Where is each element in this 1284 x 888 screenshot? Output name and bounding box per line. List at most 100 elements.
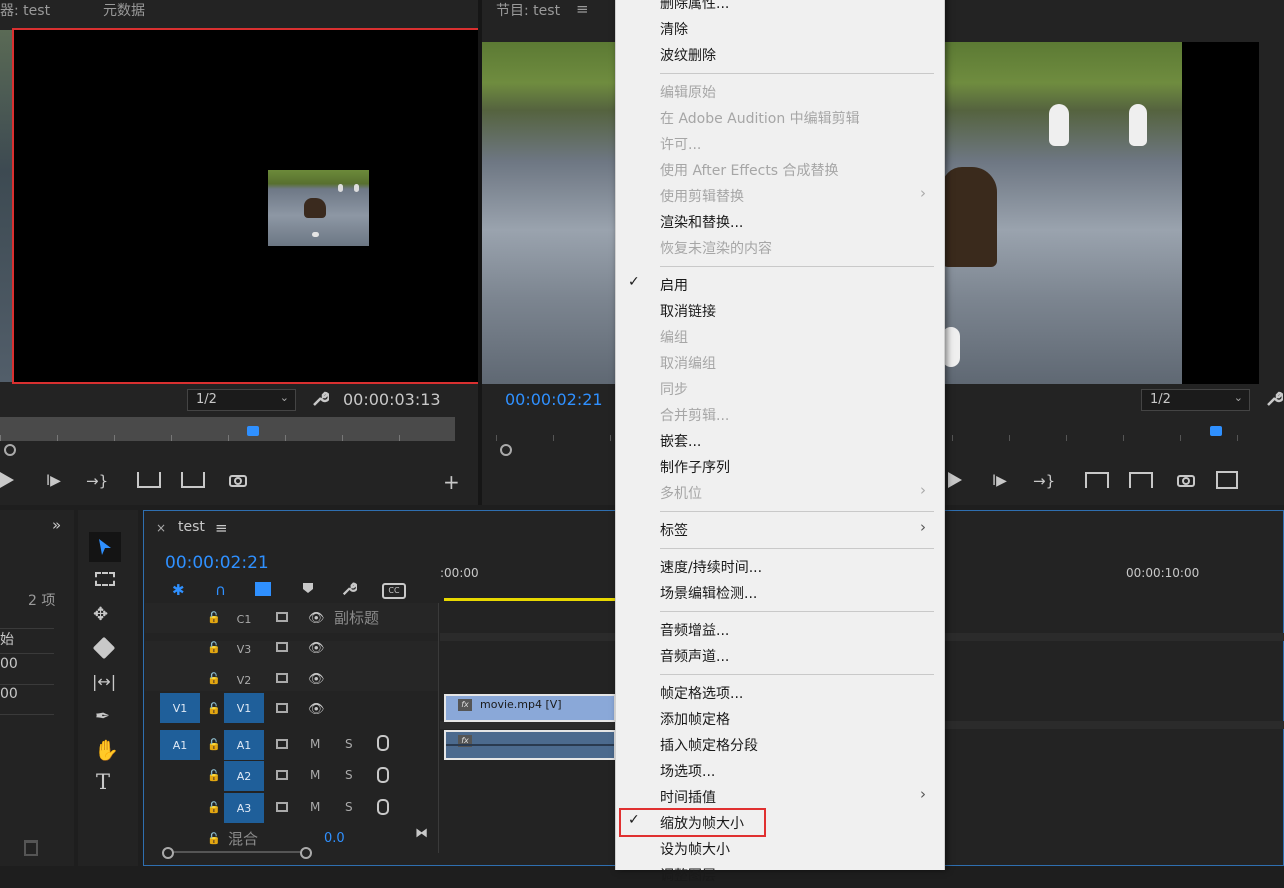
microphone-icon[interactable] xyxy=(377,799,389,815)
menu-item[interactable]: 删除属性... xyxy=(616,0,944,16)
timeline-zoom-start-handle[interactable] xyxy=(162,847,174,859)
timeline-zoom-track[interactable] xyxy=(174,851,300,853)
microphone-icon[interactable] xyxy=(377,767,389,783)
sync-lock-icon[interactable] xyxy=(276,739,288,749)
menu-item[interactable]: 时间插值 › xyxy=(616,784,944,810)
mute-button[interactable]: M xyxy=(310,768,320,782)
program-playhead-marker[interactable] xyxy=(1210,426,1222,436)
slip-tool-icon[interactable]: |↔| xyxy=(92,672,116,691)
menu-item[interactable]: 插入帧定格分段 xyxy=(616,732,944,758)
eye-icon[interactable]: 👁 xyxy=(308,702,325,717)
source-timecode[interactable]: 00:00:03:13 xyxy=(343,390,441,409)
lock-icon[interactable]: 🔓 xyxy=(207,611,221,624)
sequence-tab[interactable]: test xyxy=(178,519,205,535)
wrench-icon[interactable] xyxy=(1264,389,1284,409)
menu-item[interactable]: 设为帧大小 xyxy=(616,836,944,862)
lock-icon[interactable]: 🔓 xyxy=(207,738,221,751)
track-label-v3[interactable]: V3 xyxy=(224,634,264,664)
menu-item[interactable]: 音频增益... xyxy=(616,617,944,643)
menu-item[interactable]: 场选项... xyxy=(616,758,944,784)
menu-item[interactable]: 清除 xyxy=(616,16,944,42)
snap-magnet-icon[interactable]: ∩ xyxy=(215,581,226,599)
lock-icon[interactable]: 🔓 xyxy=(207,641,221,654)
ripple-edit-tool-icon[interactable]: ✥ xyxy=(93,604,108,625)
menu-item[interactable]: 音频声道... xyxy=(616,643,944,669)
menu-item[interactable]: 速度/持续时间... xyxy=(616,554,944,580)
track-label-a2[interactable]: A2 xyxy=(224,761,264,791)
wrench-icon[interactable] xyxy=(310,389,330,409)
menu-item[interactable]: 制作子序列 xyxy=(616,454,944,480)
lock-icon[interactable]: 🔓 xyxy=(207,801,221,814)
go-to-out-icon[interactable]: →} xyxy=(1033,472,1055,490)
step-forward-icon[interactable]: I▶ xyxy=(46,473,61,489)
add-marker-icon[interactable] xyxy=(303,583,313,593)
menu-item[interactable]: 波纹删除 xyxy=(616,42,944,68)
captions-icon[interactable]: CC xyxy=(382,583,406,599)
panel-menu-icon[interactable]: ≡ xyxy=(576,0,589,18)
camera-icon[interactable] xyxy=(228,472,248,488)
sync-lock-icon[interactable] xyxy=(276,673,288,683)
lock-icon[interactable]: 🔓 xyxy=(207,702,221,715)
close-tab-icon[interactable]: × xyxy=(156,521,166,535)
trash-icon[interactable] xyxy=(24,840,38,856)
menu-item[interactable]: 帧定格选项... xyxy=(616,680,944,706)
sync-lock-icon[interactable] xyxy=(276,642,288,652)
track-label-v1[interactable]: V1 xyxy=(224,693,264,723)
work-area-bar[interactable] xyxy=(444,598,616,601)
nest-toggle-icon[interactable]: ✱ xyxy=(172,581,185,599)
eye-icon[interactable]: 👁 xyxy=(308,611,325,626)
mix-pan-icon[interactable]: ⧓ xyxy=(415,826,428,841)
track-label-a1[interactable]: A1 xyxy=(224,730,264,760)
mute-button[interactable]: M xyxy=(310,800,320,814)
menu-item[interactable]: 标签 › xyxy=(616,517,944,543)
razor-tool-icon[interactable] xyxy=(92,636,116,660)
source-playhead-marker[interactable] xyxy=(247,426,259,436)
metadata-tab[interactable]: 元数据 xyxy=(103,0,145,20)
track-label-a3[interactable]: A3 xyxy=(224,793,264,823)
go-to-out-icon[interactable]: →} xyxy=(86,472,108,490)
linked-selection-icon[interactable] xyxy=(255,582,271,596)
menu-item[interactable]: ✓ 缩放为帧大小 xyxy=(616,808,944,837)
panel-menu-icon[interactable]: ≡ xyxy=(215,519,228,537)
step-forward-icon[interactable]: I▶ xyxy=(992,473,1007,489)
source-monitor-tab[interactable]: 器: test xyxy=(0,0,50,20)
extract-icon[interactable] xyxy=(1129,472,1153,488)
lock-icon[interactable]: 🔓 xyxy=(207,832,221,845)
audio-clip[interactable]: fx xyxy=(444,730,616,760)
camera-icon[interactable] xyxy=(1176,472,1196,488)
play-icon[interactable] xyxy=(0,472,14,488)
source-zoom-handle[interactable] xyxy=(4,444,16,456)
microphone-icon[interactable] xyxy=(377,735,389,751)
sync-lock-icon[interactable] xyxy=(276,612,288,622)
solo-button[interactable]: S xyxy=(345,768,353,782)
menu-item[interactable]: ✓ 启用 xyxy=(616,272,944,298)
comparison-view-icon[interactable] xyxy=(1216,471,1238,489)
eye-icon[interactable]: 👁 xyxy=(308,641,325,656)
lock-icon[interactable]: 🔓 xyxy=(207,769,221,782)
program-resolution-select[interactable]: 1/2 ⌄ xyxy=(1141,389,1250,411)
mix-volume-value[interactable]: 0.0 xyxy=(324,831,345,846)
lift-icon[interactable] xyxy=(1085,472,1109,488)
menu-item[interactable]: 嵌套... xyxy=(616,428,944,454)
overwrite-icon[interactable] xyxy=(181,472,205,488)
video-clip[interactable]: fx movie.mp4 [V] xyxy=(444,694,616,722)
add-button-icon[interactable]: + xyxy=(443,470,460,494)
project-list-row[interactable]: 00 xyxy=(0,686,54,715)
program-timecode[interactable]: 00:00:02:21 xyxy=(505,390,603,409)
mute-button[interactable]: M xyxy=(310,737,320,751)
source-patch-a1[interactable]: A1 xyxy=(160,730,200,760)
menu-item[interactable]: 渲染和替换... xyxy=(616,209,944,235)
menu-item[interactable]: 添加帧定格 xyxy=(616,706,944,732)
solo-button[interactable]: S xyxy=(345,737,353,751)
wrench-icon[interactable] xyxy=(340,581,358,597)
project-list-row[interactable]: 00 xyxy=(0,656,54,685)
track-label-c1[interactable]: C1 xyxy=(224,604,264,634)
solo-button[interactable]: S xyxy=(345,800,353,814)
sync-lock-icon[interactable] xyxy=(276,770,288,780)
type-tool-icon[interactable]: T xyxy=(96,770,110,794)
menu-item[interactable]: 取消链接 xyxy=(616,298,944,324)
program-monitor-tab[interactable]: 节目: test xyxy=(496,0,560,20)
source-patch-v1[interactable]: V1 xyxy=(160,693,200,723)
timeline-zoom-end-handle[interactable] xyxy=(300,847,312,859)
track-select-tool-icon[interactable] xyxy=(95,572,115,586)
